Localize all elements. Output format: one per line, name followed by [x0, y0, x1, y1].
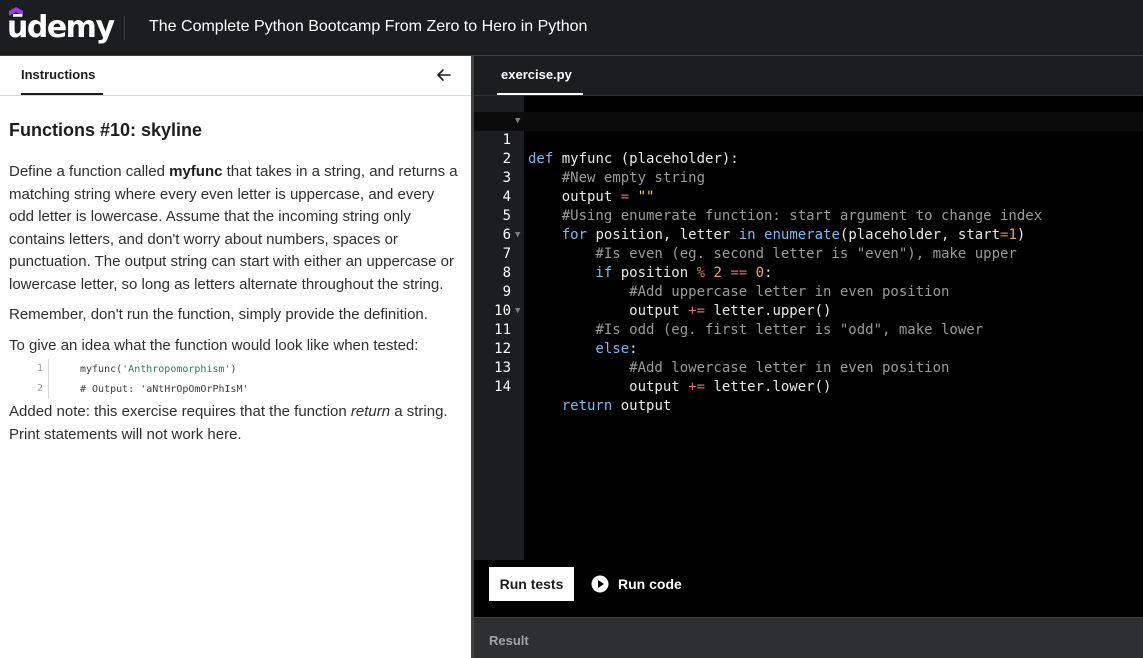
fold-arrow-icon[interactable]: ▼ [515, 112, 520, 131]
top-bar: ūdemy The Complete Python Bootcamp From … [0, 0, 1143, 56]
instructions-content: Functions #10: skyline Define a function… [9, 120, 459, 454]
example-code-snippet: 1 myfunc('Anthropomorphism') 2 # Output:… [35, 359, 459, 399]
run-code-label: Run code [618, 576, 682, 592]
result-panel-header[interactable]: Result [474, 617, 1143, 658]
code-line[interactable]: 13 output += letter.lower() [474, 340, 1143, 395]
snippet-code: # Output: 'aNtHrOpOmOrPhIsM' [80, 383, 249, 395]
exercise-title: Functions #10: skyline [9, 120, 203, 140]
code-line[interactable]: 5 for position, letter in enumerate(plac… [474, 188, 1143, 243]
tab-active-indicator [21, 93, 103, 95]
logo-text: ūdemy [7, 10, 115, 45]
tab-exercise-file[interactable]: exercise.py [501, 67, 572, 82]
snippet-line-number: 2 [35, 379, 49, 399]
function-name: myfunc [169, 163, 223, 180]
snippet-code: myfunc('Anthropomorphism') [80, 363, 237, 375]
snippet-line: 2 # Output: 'aNtHrOpOmOrPhIsM' [35, 379, 459, 399]
fold-arrow-icon[interactable]: ▼ [515, 302, 520, 321]
code-line[interactable]: 8 #Add uppercase letter in even position [474, 245, 1143, 300]
code-line[interactable]: 12 #Add lowercase letter in even positio… [474, 321, 1143, 376]
code-line[interactable]: 3 output = "" [474, 150, 1143, 205]
code-area[interactable]: 1 ▼ def myfunc (placeholder): 2 #New empt… [474, 112, 1143, 414]
tab-instructions[interactable]: Instructions [21, 67, 95, 82]
description-text-1: Define a function called [9, 163, 170, 180]
reminder-paragraph: Remember, don't run the function, simply… [9, 306, 428, 323]
description-paragraph: Define a function called myfunc that tak… [9, 161, 459, 296]
code-line[interactable]: 9 output += letter.upper() [474, 264, 1143, 319]
code-line[interactable]: 6 #Is even (eg. second letter is "even")… [474, 207, 1143, 262]
example-intro: To give an idea what the function would … [9, 336, 419, 354]
result-label: Result [489, 633, 529, 648]
snippet-line-number: 1 [35, 359, 49, 379]
header-divider [124, 16, 125, 40]
code-line[interactable]: 10 #Is odd (eg. first letter is "odd", m… [474, 283, 1143, 338]
arrow-left-icon[interactable] [436, 67, 452, 83]
code-line[interactable]: 1 ▼ def myfunc (placeholder): [474, 112, 1143, 167]
run-code-button[interactable]: Run code [591, 567, 682, 601]
run-tests-button[interactable]: Run tests [489, 567, 574, 601]
code-line[interactable]: 4 #Using enumerate function: start argum… [474, 169, 1143, 224]
instructions-tabs: Instructions [0, 56, 471, 96]
code-line[interactable]: 2 #New empty string [474, 131, 1143, 186]
code-editor-panel: exercise.py 1 ▼ def myfunc (placeholder):… [474, 56, 1143, 658]
udemy-logo[interactable]: ūdemy [7, 4, 115, 48]
note-emphasis: return [350, 403, 391, 420]
editor-tabs: exercise.py [474, 56, 1143, 96]
description-text-2: that takes in a string, and returns a ma… [9, 163, 458, 293]
code-line[interactable]: 11 ▼ else: [474, 302, 1143, 357]
play-circle-icon [591, 575, 609, 593]
fold-arrow-icon[interactable]: ▼ [515, 226, 520, 245]
line-number: 14 [494, 379, 511, 395]
added-note-paragraph: Added note: this exercise requires that … [9, 401, 459, 446]
instructions-panel: Instructions Functions #10: skyline Defi… [0, 56, 471, 658]
course-title[interactable]: The Complete Python Bootcamp From Zero t… [149, 18, 587, 36]
note-text-1: Added note: this exercise requires that … [9, 403, 351, 420]
snippet-line: 1 myfunc('Anthropomorphism') [35, 359, 459, 379]
editor-tab-indicator [497, 93, 583, 95]
code-line[interactable]: 14 return output [474, 359, 1143, 414]
code-line[interactable]: 7 ▼ if position % 2 == 0: [474, 226, 1143, 281]
